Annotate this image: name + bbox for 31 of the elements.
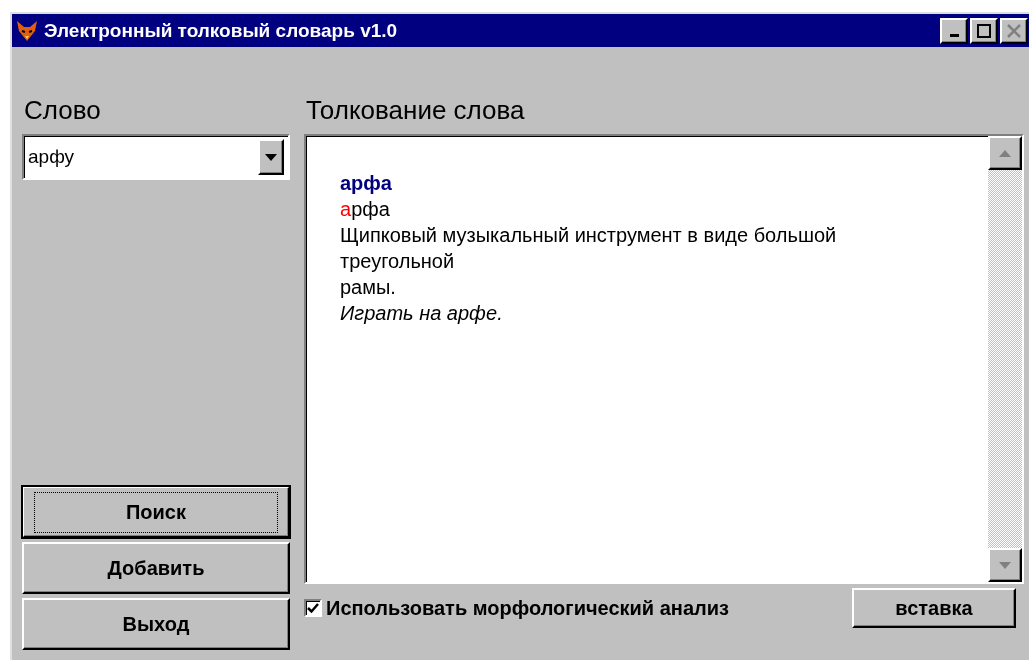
action-button[interactable]: Выход xyxy=(22,598,290,650)
definition-line: треугольной xyxy=(340,249,456,274)
action-button[interactable]: Добавить xyxy=(22,542,290,594)
fox-icon xyxy=(16,19,38,42)
usage-example: Играть на арфе. xyxy=(340,301,504,326)
close-icon xyxy=(1007,23,1021,38)
definition-text-area[interactable]: арфа арфа Щипковый музыкальный инструмент в виде большой треугольной рамы. Играть на арфе. xyxy=(304,134,1024,584)
word-combo-box[interactable]: арфу xyxy=(22,134,290,180)
maximize-button[interactable] xyxy=(970,17,998,44)
vertical-scrollbar[interactable] xyxy=(988,136,1022,582)
scroll-down-button[interactable] xyxy=(988,548,1022,582)
morphology-checkbox[interactable]: Использовать морфологический анализ xyxy=(304,596,729,620)
action-button[interactable]: Поиск xyxy=(22,486,290,538)
headword: арфа xyxy=(340,171,393,196)
checkbox-box[interactable] xyxy=(304,599,322,617)
check-icon xyxy=(307,602,319,614)
up-arrow-icon xyxy=(999,149,1011,157)
scroll-up-button[interactable] xyxy=(988,136,1022,170)
down-arrow-icon xyxy=(999,561,1011,569)
minimize-button[interactable] xyxy=(940,17,968,44)
window-title: Электронный толковый словарь v1.0 xyxy=(44,19,399,42)
down-arrow-icon xyxy=(265,153,277,161)
stressed-word: арфа xyxy=(340,197,391,222)
maximize-icon xyxy=(977,23,991,38)
dropdown-button[interactable] xyxy=(258,139,284,175)
minimize-icon xyxy=(949,34,959,37)
definition-line: Щипковый музыкальный инструмент в виде большой xyxy=(340,223,838,248)
definition-heading: Толкование слова xyxy=(306,95,526,126)
definition-line: рамы. xyxy=(340,275,397,300)
word-heading: Слово xyxy=(24,95,102,126)
insert-button[interactable]: вставка xyxy=(852,588,1016,628)
